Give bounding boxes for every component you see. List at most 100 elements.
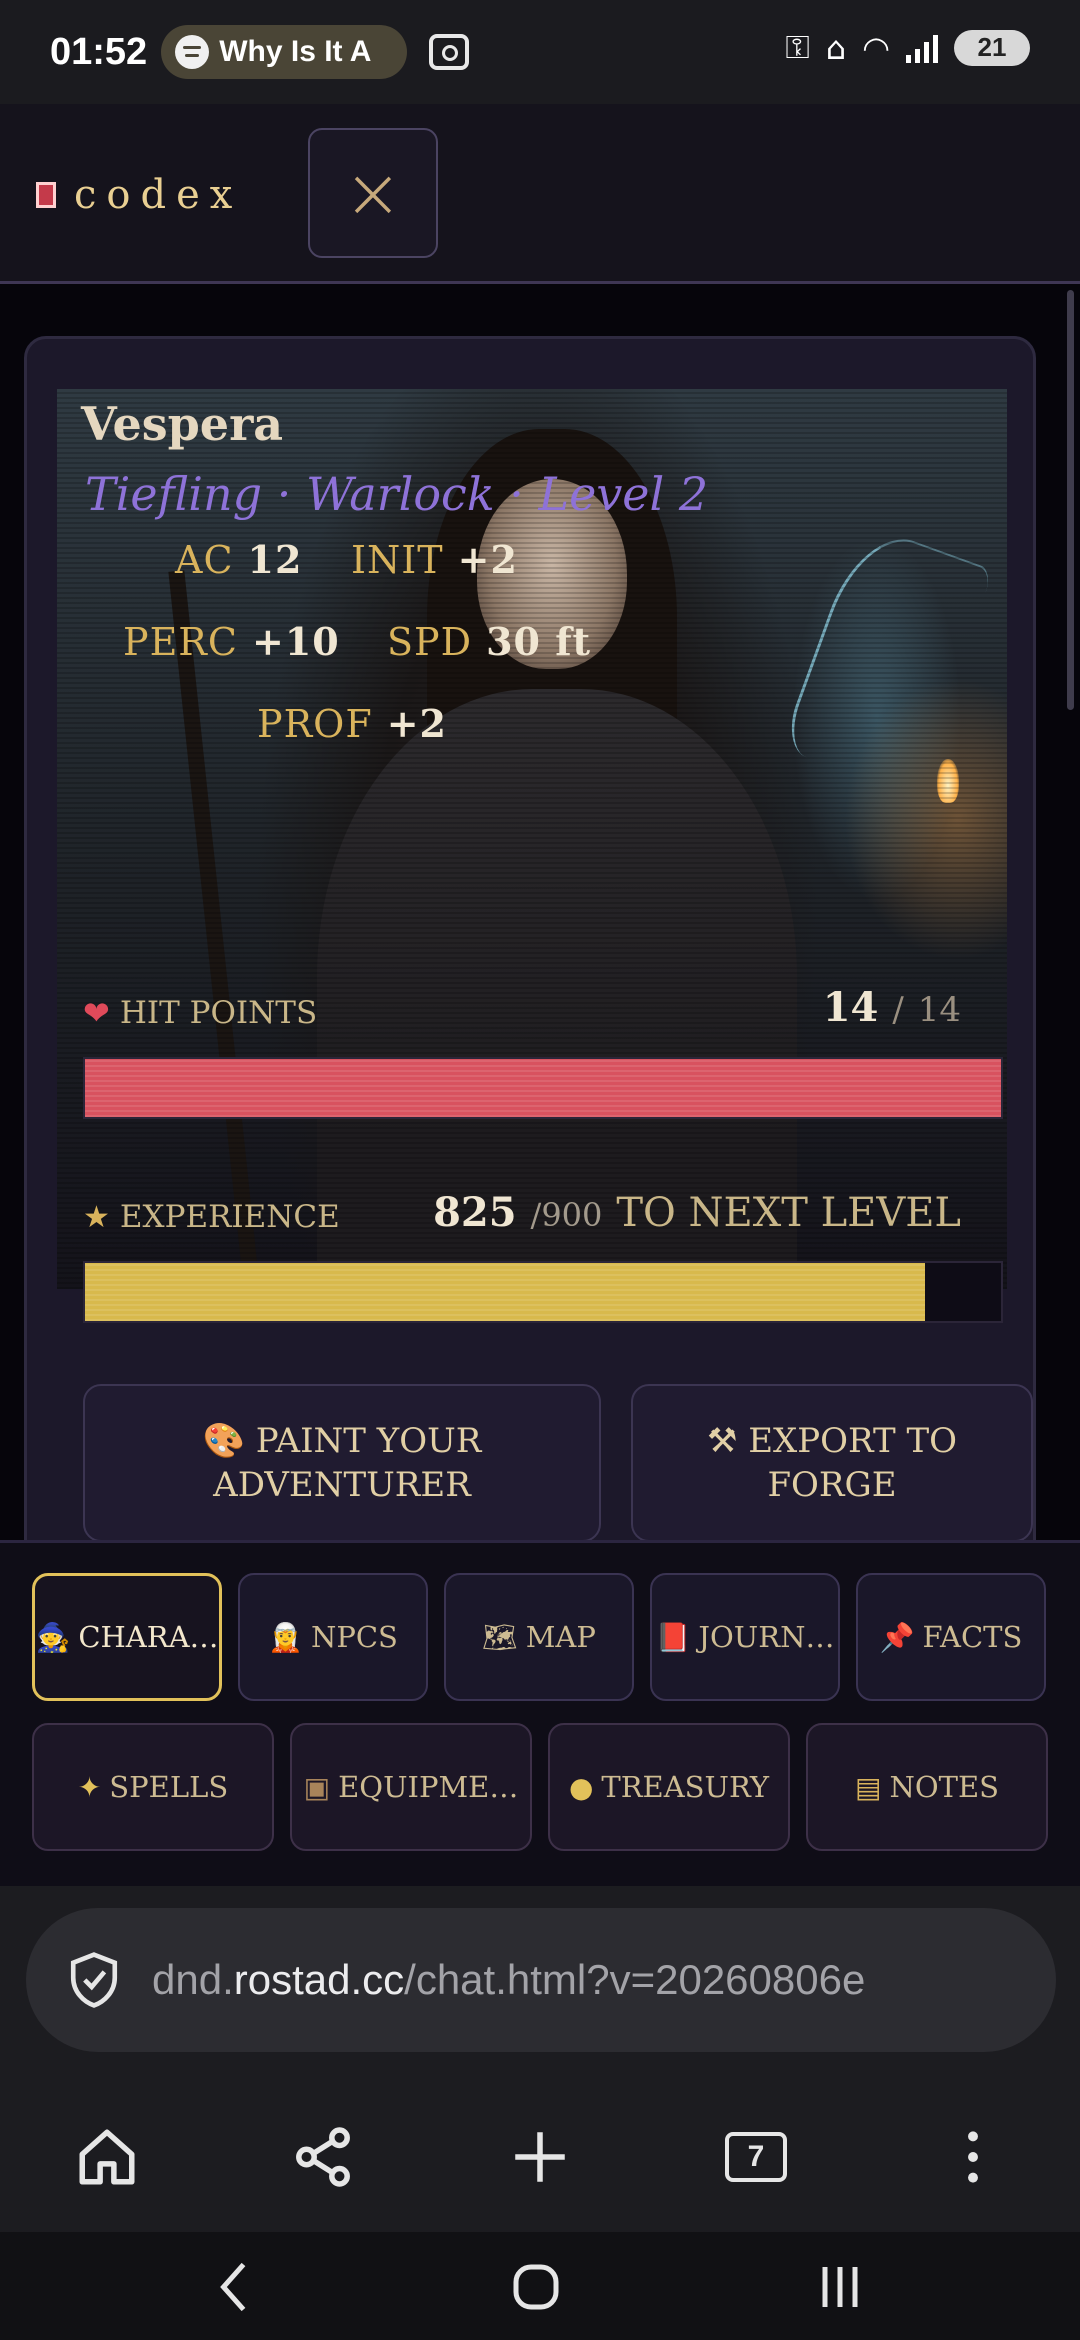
signal-icon [906,33,938,63]
tab-label: CHARA… [78,1620,219,1654]
xp-label: ★ EXPERIENCE [83,1199,340,1235]
hp-label-text: HIT POINTS [119,995,318,1031]
paint-adventurer-button[interactable]: 🎨 PAINT YOUR ADVENTURER [83,1384,601,1540]
export-to-forge-button[interactable]: ⚒ EXPORT TO FORGE [631,1384,1033,1540]
stat-value: +2 [457,537,518,582]
tab-treasury[interactable]: ● TREASURY [548,1723,790,1851]
book-icon [36,182,56,208]
browser-toolbar: 7 [0,2082,1080,2232]
heart-icon: ❤ [83,994,110,1032]
share-icon [296,2127,350,2187]
menu-button[interactable] [928,2112,1018,2202]
scanline-overlay [57,389,1007,1289]
hp-current: 14 [822,984,879,1031]
stat-label: SPD [387,620,473,664]
screenshot-icon [429,34,470,70]
tab-journal[interactable]: 📕 JOURN… [650,1573,840,1701]
tab-facts[interactable]: 📌 FACTS [856,1573,1046,1701]
browser-address-area: dnd.rostad.cc/chat.html?v=20260806e [0,1886,1080,2082]
wizard-icon: 🧙 [35,1620,71,1654]
share-button[interactable] [278,2112,368,2202]
recents-button[interactable] [800,2252,880,2322]
star-icon: ★ [83,1199,110,1235]
media-pill[interactable]: Why Is It A [161,25,408,79]
section-tabs: 🧙 CHARA… 🧝 NPCS 🗺 MAP 📕 JOURN… 📌 FACTS ✦ SPELL… [0,1540,1080,1886]
back-button[interactable] [196,2252,276,2322]
stat-label: AC [175,538,234,582]
book-icon: 📕 [655,1620,691,1654]
app-header: codex × [0,104,1080,284]
stat-label: PROF [257,702,373,746]
stat-value: 12 [247,537,303,582]
shield-check-icon[interactable] [66,1950,122,2010]
tab-equipment[interactable]: ▣ EQUIPME… [290,1723,532,1851]
stat-label: INIT [351,538,444,582]
recents-icon [822,2267,858,2307]
url-text: dnd.rostad.cc/chat.html?v=20260806e [152,1956,865,2004]
xp-bar-fill [85,1263,925,1321]
tab-map[interactable]: 🗺 MAP [444,1573,634,1701]
status-bar: 01:52 Why Is It A ⚿ ⌂ ◠ 21 [0,0,1080,104]
hp-value: 14 / 14 [823,984,961,1031]
tab-label: NPCS [310,1620,398,1654]
home-icon [79,2129,135,2185]
tab-count-icon: 7 [725,2132,787,2182]
sparkle-icon: ✦ [77,1770,102,1804]
new-tab-button[interactable] [495,2112,585,2202]
tab-notes[interactable]: ▤ NOTES [806,1723,1048,1851]
backpack-icon: ▣ [303,1770,331,1804]
url-prefix: dnd. [152,1956,234,2003]
scrollbar[interactable] [1067,290,1074,710]
stat-label: PERC [123,620,238,664]
tab-label: NOTES [889,1770,999,1804]
url-path: /chat.html?v=20260806e [404,1956,866,2003]
main-content[interactable]: Vespera Tiefling · Warlock · Level 2 AC 1… [0,284,1080,1540]
tab-label: SPELLS [109,1770,229,1804]
tab-character[interactable]: 🧙 CHARA… [32,1573,222,1701]
tab-label: FACTS [922,1620,1023,1654]
home-button[interactable] [62,2112,152,2202]
xp-max: 900 [541,1196,603,1234]
notebook-icon: ▤ [855,1770,882,1804]
hp-bar-fill [85,1059,1001,1117]
status-icons: ⚿ ⌂ ◠ 21 [785,28,1030,67]
map-icon: 🗺 [482,1620,518,1654]
more-vertical-icon [968,2131,978,2183]
hp-max: 14 [917,990,961,1030]
home-system-button[interactable] [496,2252,576,2322]
hp-separator: / [892,990,904,1030]
stat-init: INIT +2 [351,537,518,582]
media-title: Why Is It A [219,35,372,68]
stat-perc: PERC +10 [123,619,340,664]
tab-spells[interactable]: ✦ SPELLS [32,1723,274,1851]
bed-icon: ⌂ [825,28,847,67]
url-bar[interactable]: dnd.rostad.cc/chat.html?v=20260806e [26,1908,1056,2052]
hp-bar [83,1057,1003,1119]
tab-label: MAP [525,1620,596,1654]
system-navigation-bar [0,2232,1080,2340]
home-circle-icon [513,2264,559,2310]
close-button[interactable]: × [308,128,438,258]
hp-label: ❤ HIT POINTS [83,994,317,1032]
xp-current: 825 [433,1189,517,1236]
stat-value: +2 [386,701,447,746]
stat-spd: SPD 30 ft [387,619,591,664]
wifi-icon: ◠ [862,28,890,67]
spotify-icon [175,35,210,69]
xp-label-text: EXPERIENCE [119,1199,340,1235]
tabs-button[interactable]: 7 [711,2112,801,2202]
tab-label: TREASURY [601,1770,770,1804]
stat-prof: PROF +2 [257,701,447,746]
character-card: Vespera Tiefling · Warlock · Level 2 AC 1… [24,336,1036,1540]
xp-bar [83,1261,1003,1323]
stat-value: 30 ft [486,619,592,664]
tab-npcs[interactable]: 🧝 NPCS [238,1573,428,1701]
character-subtitle: Tiefling · Warlock · Level 2 [85,467,709,521]
stat-ac: AC 12 [175,537,302,582]
url-domain: rostad.cc [233,1956,405,2003]
logo-text: codex [74,172,243,218]
tab-label: JOURN… [698,1620,835,1654]
tab-label: EQUIPME… [338,1770,519,1804]
app-logo: codex [36,172,242,218]
pushpin-icon: 📌 [879,1620,915,1654]
